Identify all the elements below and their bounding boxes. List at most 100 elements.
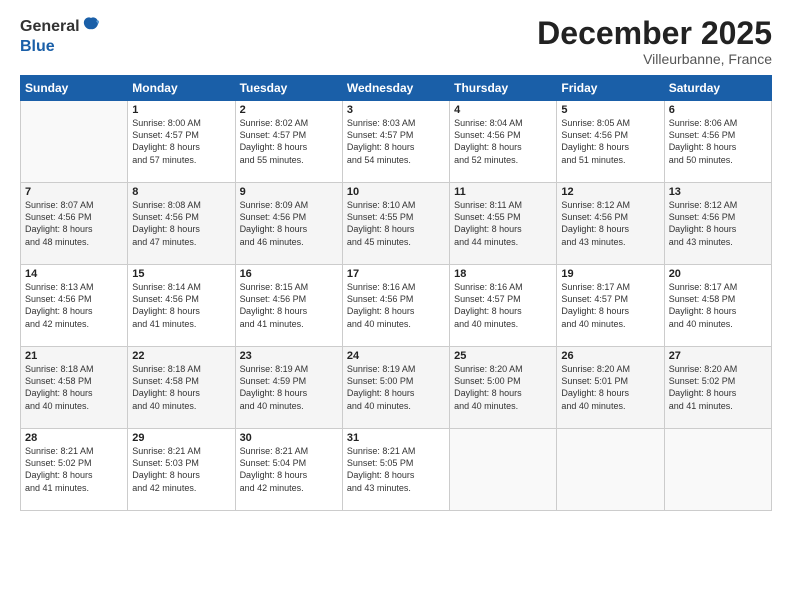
day-number: 27 <box>669 350 767 362</box>
day-info: Sunrise: 8:09 AM Sunset: 4:56 PM Dayligh… <box>240 199 338 248</box>
day-info: Sunrise: 8:19 AM Sunset: 4:59 PM Dayligh… <box>240 363 338 412</box>
day-cell: 24Sunrise: 8:19 AM Sunset: 5:00 PM Dayli… <box>342 347 449 429</box>
week-row-4: 28Sunrise: 8:21 AM Sunset: 5:02 PM Dayli… <box>21 429 772 511</box>
day-cell: 5Sunrise: 8:05 AM Sunset: 4:56 PM Daylig… <box>557 101 664 183</box>
day-cell: 18Sunrise: 8:16 AM Sunset: 4:57 PM Dayli… <box>450 265 557 347</box>
day-info: Sunrise: 8:08 AM Sunset: 4:56 PM Dayligh… <box>132 199 230 248</box>
day-cell: 10Sunrise: 8:10 AM Sunset: 4:55 PM Dayli… <box>342 183 449 265</box>
day-info: Sunrise: 8:20 AM Sunset: 5:00 PM Dayligh… <box>454 363 552 412</box>
title-block: December 2025 Villeurbanne, France <box>537 16 772 67</box>
day-number: 3 <box>347 104 445 116</box>
day-cell: 7Sunrise: 8:07 AM Sunset: 4:56 PM Daylig… <box>21 183 128 265</box>
day-cell: 20Sunrise: 8:17 AM Sunset: 4:58 PM Dayli… <box>664 265 771 347</box>
day-cell: 25Sunrise: 8:20 AM Sunset: 5:00 PM Dayli… <box>450 347 557 429</box>
header: General Blue December 2025 Villeurbanne,… <box>20 16 772 67</box>
day-info: Sunrise: 8:20 AM Sunset: 5:02 PM Dayligh… <box>669 363 767 412</box>
day-number: 22 <box>132 350 230 362</box>
header-wednesday: Wednesday <box>342 76 449 101</box>
day-number: 25 <box>454 350 552 362</box>
day-cell: 26Sunrise: 8:20 AM Sunset: 5:01 PM Dayli… <box>557 347 664 429</box>
day-info: Sunrise: 8:17 AM Sunset: 4:58 PM Dayligh… <box>669 281 767 330</box>
calendar-table: Sunday Monday Tuesday Wednesday Thursday… <box>20 75 772 511</box>
day-cell: 13Sunrise: 8:12 AM Sunset: 4:56 PM Dayli… <box>664 183 771 265</box>
day-cell: 14Sunrise: 8:13 AM Sunset: 4:56 PM Dayli… <box>21 265 128 347</box>
day-info: Sunrise: 8:16 AM Sunset: 4:57 PM Dayligh… <box>454 281 552 330</box>
day-number: 26 <box>561 350 659 362</box>
day-cell: 1Sunrise: 8:00 AM Sunset: 4:57 PM Daylig… <box>128 101 235 183</box>
day-cell: 28Sunrise: 8:21 AM Sunset: 5:02 PM Dayli… <box>21 429 128 511</box>
day-number: 13 <box>669 186 767 198</box>
day-cell: 16Sunrise: 8:15 AM Sunset: 4:56 PM Dayli… <box>235 265 342 347</box>
day-number: 12 <box>561 186 659 198</box>
day-number: 28 <box>25 432 123 444</box>
day-cell: 4Sunrise: 8:04 AM Sunset: 4:56 PM Daylig… <box>450 101 557 183</box>
day-cell: 12Sunrise: 8:12 AM Sunset: 4:56 PM Dayli… <box>557 183 664 265</box>
day-info: Sunrise: 8:20 AM Sunset: 5:01 PM Dayligh… <box>561 363 659 412</box>
day-cell: 19Sunrise: 8:17 AM Sunset: 4:57 PM Dayli… <box>557 265 664 347</box>
day-cell: 23Sunrise: 8:19 AM Sunset: 4:59 PM Dayli… <box>235 347 342 429</box>
day-cell: 27Sunrise: 8:20 AM Sunset: 5:02 PM Dayli… <box>664 347 771 429</box>
day-info: Sunrise: 8:10 AM Sunset: 4:55 PM Dayligh… <box>347 199 445 248</box>
day-info: Sunrise: 8:05 AM Sunset: 4:56 PM Dayligh… <box>561 117 659 166</box>
day-info: Sunrise: 8:16 AM Sunset: 4:56 PM Dayligh… <box>347 281 445 330</box>
logo-general: General <box>20 18 80 36</box>
week-row-0: 1Sunrise: 8:00 AM Sunset: 4:57 PM Daylig… <box>21 101 772 183</box>
logo-bird-icon <box>82 16 100 38</box>
day-info: Sunrise: 8:21 AM Sunset: 5:02 PM Dayligh… <box>25 445 123 494</box>
day-number: 11 <box>454 186 552 198</box>
day-cell <box>450 429 557 511</box>
day-cell <box>664 429 771 511</box>
day-number: 19 <box>561 268 659 280</box>
day-cell: 22Sunrise: 8:18 AM Sunset: 4:58 PM Dayli… <box>128 347 235 429</box>
header-monday: Monday <box>128 76 235 101</box>
week-row-3: 21Sunrise: 8:18 AM Sunset: 4:58 PM Dayli… <box>21 347 772 429</box>
day-number: 4 <box>454 104 552 116</box>
day-cell: 30Sunrise: 8:21 AM Sunset: 5:04 PM Dayli… <box>235 429 342 511</box>
day-cell: 29Sunrise: 8:21 AM Sunset: 5:03 PM Dayli… <box>128 429 235 511</box>
day-info: Sunrise: 8:19 AM Sunset: 5:00 PM Dayligh… <box>347 363 445 412</box>
day-number: 6 <box>669 104 767 116</box>
day-number: 18 <box>454 268 552 280</box>
day-number: 30 <box>240 432 338 444</box>
day-number: 29 <box>132 432 230 444</box>
page: General Blue December 2025 Villeurbanne,… <box>0 0 792 612</box>
day-cell: 15Sunrise: 8:14 AM Sunset: 4:56 PM Dayli… <box>128 265 235 347</box>
day-number: 24 <box>347 350 445 362</box>
header-sunday: Sunday <box>21 76 128 101</box>
month-title: December 2025 <box>537 16 772 51</box>
day-number: 17 <box>347 268 445 280</box>
day-info: Sunrise: 8:06 AM Sunset: 4:56 PM Dayligh… <box>669 117 767 166</box>
header-tuesday: Tuesday <box>235 76 342 101</box>
day-cell: 2Sunrise: 8:02 AM Sunset: 4:57 PM Daylig… <box>235 101 342 183</box>
day-info: Sunrise: 8:21 AM Sunset: 5:04 PM Dayligh… <box>240 445 338 494</box>
day-number: 10 <box>347 186 445 198</box>
day-info: Sunrise: 8:12 AM Sunset: 4:56 PM Dayligh… <box>669 199 767 248</box>
day-info: Sunrise: 8:03 AM Sunset: 4:57 PM Dayligh… <box>347 117 445 166</box>
day-info: Sunrise: 8:18 AM Sunset: 4:58 PM Dayligh… <box>132 363 230 412</box>
day-info: Sunrise: 8:07 AM Sunset: 4:56 PM Dayligh… <box>25 199 123 248</box>
day-number: 20 <box>669 268 767 280</box>
header-saturday: Saturday <box>664 76 771 101</box>
week-row-1: 7Sunrise: 8:07 AM Sunset: 4:56 PM Daylig… <box>21 183 772 265</box>
day-number: 9 <box>240 186 338 198</box>
day-cell: 9Sunrise: 8:09 AM Sunset: 4:56 PM Daylig… <box>235 183 342 265</box>
day-cell: 6Sunrise: 8:06 AM Sunset: 4:56 PM Daylig… <box>664 101 771 183</box>
day-info: Sunrise: 8:04 AM Sunset: 4:56 PM Dayligh… <box>454 117 552 166</box>
day-info: Sunrise: 8:17 AM Sunset: 4:57 PM Dayligh… <box>561 281 659 330</box>
header-thursday: Thursday <box>450 76 557 101</box>
header-row: Sunday Monday Tuesday Wednesday Thursday… <box>21 76 772 101</box>
day-info: Sunrise: 8:13 AM Sunset: 4:56 PM Dayligh… <box>25 281 123 330</box>
location: Villeurbanne, France <box>537 51 772 67</box>
day-number: 2 <box>240 104 338 116</box>
day-number: 16 <box>240 268 338 280</box>
day-info: Sunrise: 8:21 AM Sunset: 5:05 PM Dayligh… <box>347 445 445 494</box>
week-row-2: 14Sunrise: 8:13 AM Sunset: 4:56 PM Dayli… <box>21 265 772 347</box>
day-info: Sunrise: 8:02 AM Sunset: 4:57 PM Dayligh… <box>240 117 338 166</box>
day-number: 23 <box>240 350 338 362</box>
day-cell: 3Sunrise: 8:03 AM Sunset: 4:57 PM Daylig… <box>342 101 449 183</box>
day-info: Sunrise: 8:11 AM Sunset: 4:55 PM Dayligh… <box>454 199 552 248</box>
day-cell: 21Sunrise: 8:18 AM Sunset: 4:58 PM Dayli… <box>21 347 128 429</box>
logo-blue: Blue <box>20 38 100 56</box>
day-cell: 11Sunrise: 8:11 AM Sunset: 4:55 PM Dayli… <box>450 183 557 265</box>
day-info: Sunrise: 8:18 AM Sunset: 4:58 PM Dayligh… <box>25 363 123 412</box>
